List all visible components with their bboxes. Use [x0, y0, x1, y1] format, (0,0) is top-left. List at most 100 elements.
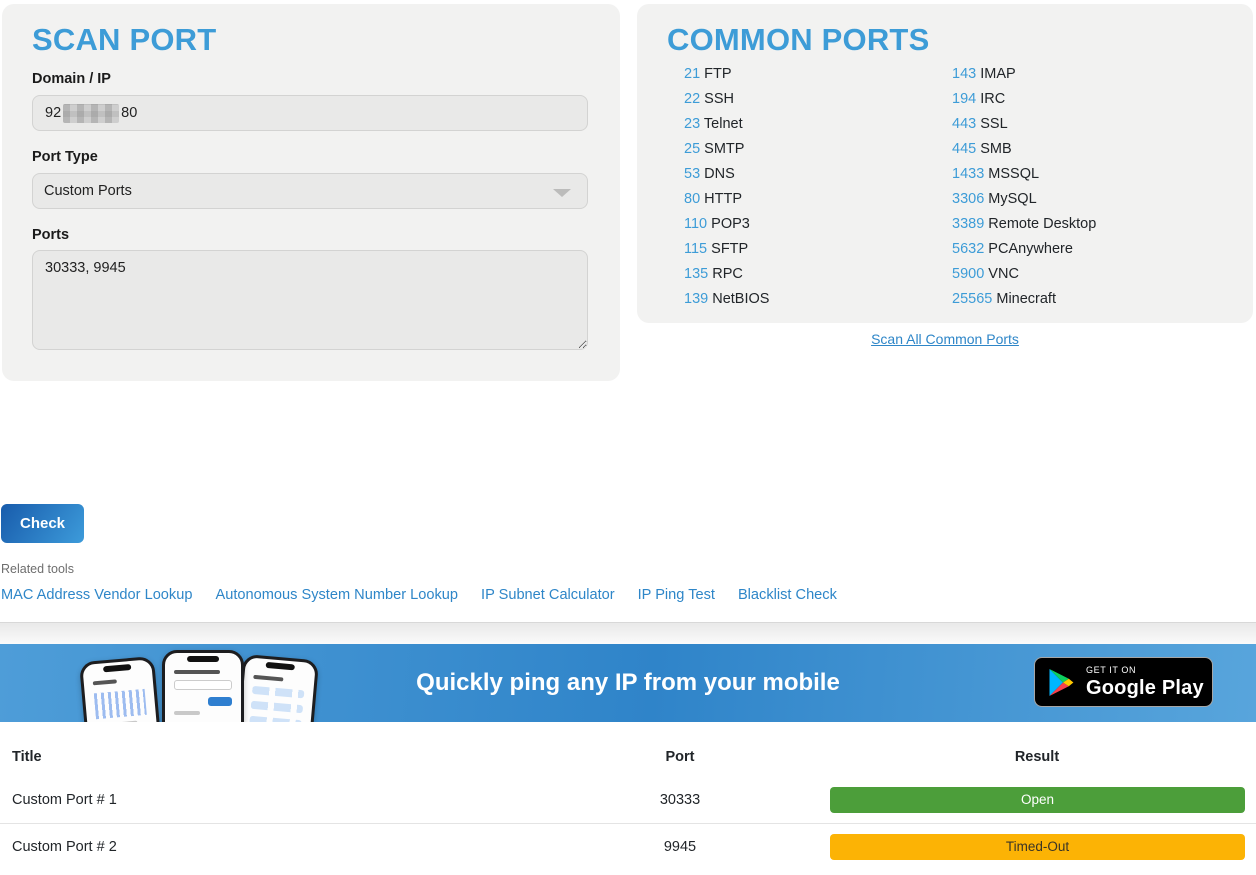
common-port-item: 135 RPC — [684, 266, 769, 291]
port-name: MySQL — [988, 191, 1036, 207]
google-play-icon — [1048, 668, 1075, 697]
google-play-get-it-on: GET IT ON — [1086, 666, 1204, 675]
port-number-link[interactable]: 5632 — [952, 241, 984, 257]
port-name: HTTP — [704, 191, 742, 207]
domain-ip-value-suffix: 80 — [121, 105, 137, 121]
common-port-item: 5632 PCAnywhere — [952, 241, 1096, 266]
port-name: SSH — [704, 91, 734, 107]
result-title: Custom Port # 1 — [12, 792, 117, 808]
related-link-blacklist-check[interactable]: Blacklist Check — [738, 587, 837, 603]
port-number-link[interactable]: 1433 — [952, 166, 984, 182]
phone-mockup-center — [162, 650, 244, 722]
domain-ip-label: Domain / IP — [32, 71, 111, 87]
phone-notch — [187, 656, 219, 662]
scan-all-common-ports-link[interactable]: Scan All Common Ports — [871, 331, 1019, 347]
port-name: IMAP — [980, 66, 1015, 82]
mobile-app-banner: Quickly ping any IP from your mobile GET… — [0, 644, 1256, 722]
port-name: POP3 — [711, 216, 750, 232]
common-ports-title: COMMON PORTS — [667, 22, 929, 58]
port-name: SMB — [980, 141, 1011, 157]
result-port: 30333 — [660, 792, 700, 808]
port-number-link[interactable]: 25 — [684, 141, 700, 157]
common-port-item: 3389 Remote Desktop — [952, 216, 1096, 241]
port-name: Telnet — [704, 116, 743, 132]
scan-port-panel: SCAN PORT Domain / IP 92 80 Port Type Cus… — [2, 4, 620, 381]
header-port: Port — [666, 749, 695, 765]
port-name: RPC — [712, 266, 743, 282]
port-number-link[interactable]: 23 — [684, 116, 700, 132]
port-number-link[interactable]: 445 — [952, 141, 976, 157]
page-title: SCAN PORT — [32, 22, 216, 58]
port-number-link[interactable]: 25565 — [952, 291, 992, 307]
port-number-link[interactable]: 115 — [684, 241, 707, 257]
ports-label: Ports — [32, 227, 69, 243]
common-port-item: 445 SMB — [952, 141, 1096, 166]
port-number-link[interactable]: 3389 — [952, 216, 984, 232]
port-type-select[interactable]: Custom Ports — [33, 174, 587, 208]
status-badge-open: Open — [830, 787, 1245, 813]
related-link-ip-ping-test[interactable]: IP Ping Test — [638, 587, 715, 603]
section-divider — [0, 622, 1256, 644]
port-name: Remote Desktop — [988, 216, 1096, 232]
ports-textarea[interactable]: 30333, 9945 — [32, 250, 588, 350]
port-number-link[interactable]: 22 — [684, 91, 700, 107]
port-number-link[interactable]: 53 — [684, 166, 700, 182]
domain-ip-input[interactable]: 92 80 — [32, 95, 588, 131]
table-row: Custom Port # 1 30333 Open — [0, 777, 1256, 823]
port-name: FTP — [704, 66, 731, 82]
table-row: Custom Port # 2 9945 Timed-Out — [0, 823, 1256, 870]
related-link-mac-address-vendor-lookup[interactable]: MAC Address Vendor Lookup — [1, 587, 192, 603]
common-port-item: 22 SSH — [684, 91, 769, 116]
related-link-asn-lookup[interactable]: Autonomous System Number Lookup — [215, 587, 458, 603]
common-ports-column-2: 143 IMAP 194 IRC 443 SSL 445 SMB 1433 MS… — [952, 66, 1096, 316]
port-name: PCAnywhere — [988, 241, 1073, 257]
results-header-row: Title Port Result — [0, 737, 1256, 777]
port-number-link[interactable]: 5900 — [952, 266, 984, 282]
port-type-label: Port Type — [32, 149, 98, 165]
result-port: 9945 — [664, 839, 696, 855]
port-number-link[interactable]: 194 — [952, 91, 976, 107]
status-badge-timedout: Timed-Out — [830, 834, 1245, 860]
common-port-item: 53 DNS — [684, 166, 769, 191]
header-title: Title — [12, 749, 42, 765]
common-port-item: 1433 MSSQL — [952, 166, 1096, 191]
check-button[interactable]: Check — [1, 504, 84, 543]
phone-notch — [266, 662, 296, 671]
phone-notch — [102, 664, 131, 673]
common-port-item: 115 SFTP — [684, 241, 769, 266]
common-port-item: 139 NetBIOS — [684, 291, 769, 316]
port-number-link[interactable]: 3306 — [952, 191, 984, 207]
phone-mockup-left — [79, 656, 164, 722]
port-name: SMTP — [704, 141, 744, 157]
redacted-ip-blur — [63, 104, 119, 123]
domain-ip-value-prefix: 92 — [45, 105, 61, 121]
common-port-item: 23 Telnet — [684, 116, 769, 141]
phone-mockup-right — [233, 654, 319, 722]
port-name: DNS — [704, 166, 735, 182]
port-number-link[interactable]: 139 — [684, 291, 708, 307]
port-number-link[interactable]: 135 — [684, 266, 708, 282]
port-number-link[interactable]: 80 — [684, 191, 700, 207]
related-link-ip-subnet-calculator[interactable]: IP Subnet Calculator — [481, 587, 615, 603]
related-tools-label: Related tools — [1, 562, 74, 576]
port-name: SSL — [980, 116, 1007, 132]
common-port-item: 25565 Minecraft — [952, 291, 1096, 316]
common-port-item: 194 IRC — [952, 91, 1096, 116]
common-port-item: 143 IMAP — [952, 66, 1096, 91]
port-number-link[interactable]: 143 — [952, 66, 976, 82]
common-ports-panel: COMMON PORTS 21 FTP 22 SSH 23 Telnet 25 … — [637, 4, 1253, 323]
common-port-item: 3306 MySQL — [952, 191, 1096, 216]
port-number-link[interactable]: 21 — [684, 66, 700, 82]
scan-results-table: Title Port Result Custom Port # 1 30333 … — [0, 737, 1256, 870]
related-tools-links: MAC Address Vendor Lookup Autonomous Sys… — [1, 587, 837, 603]
google-play-badge[interactable]: GET IT ON Google Play — [1034, 657, 1213, 707]
scan-all-wrap: Scan All Common Ports — [637, 331, 1253, 349]
header-result: Result — [1015, 749, 1059, 765]
result-title: Custom Port # 2 — [12, 839, 117, 855]
common-ports-column-1: 21 FTP 22 SSH 23 Telnet 25 SMTP 53 DNS 8… — [684, 66, 769, 316]
port-number-link[interactable]: 110 — [684, 216, 707, 232]
port-type-select-wrap: Custom Ports — [32, 173, 588, 209]
google-play-label: Google Play — [1086, 678, 1204, 698]
port-number-link[interactable]: 443 — [952, 116, 976, 132]
port-name: NetBIOS — [712, 291, 769, 307]
